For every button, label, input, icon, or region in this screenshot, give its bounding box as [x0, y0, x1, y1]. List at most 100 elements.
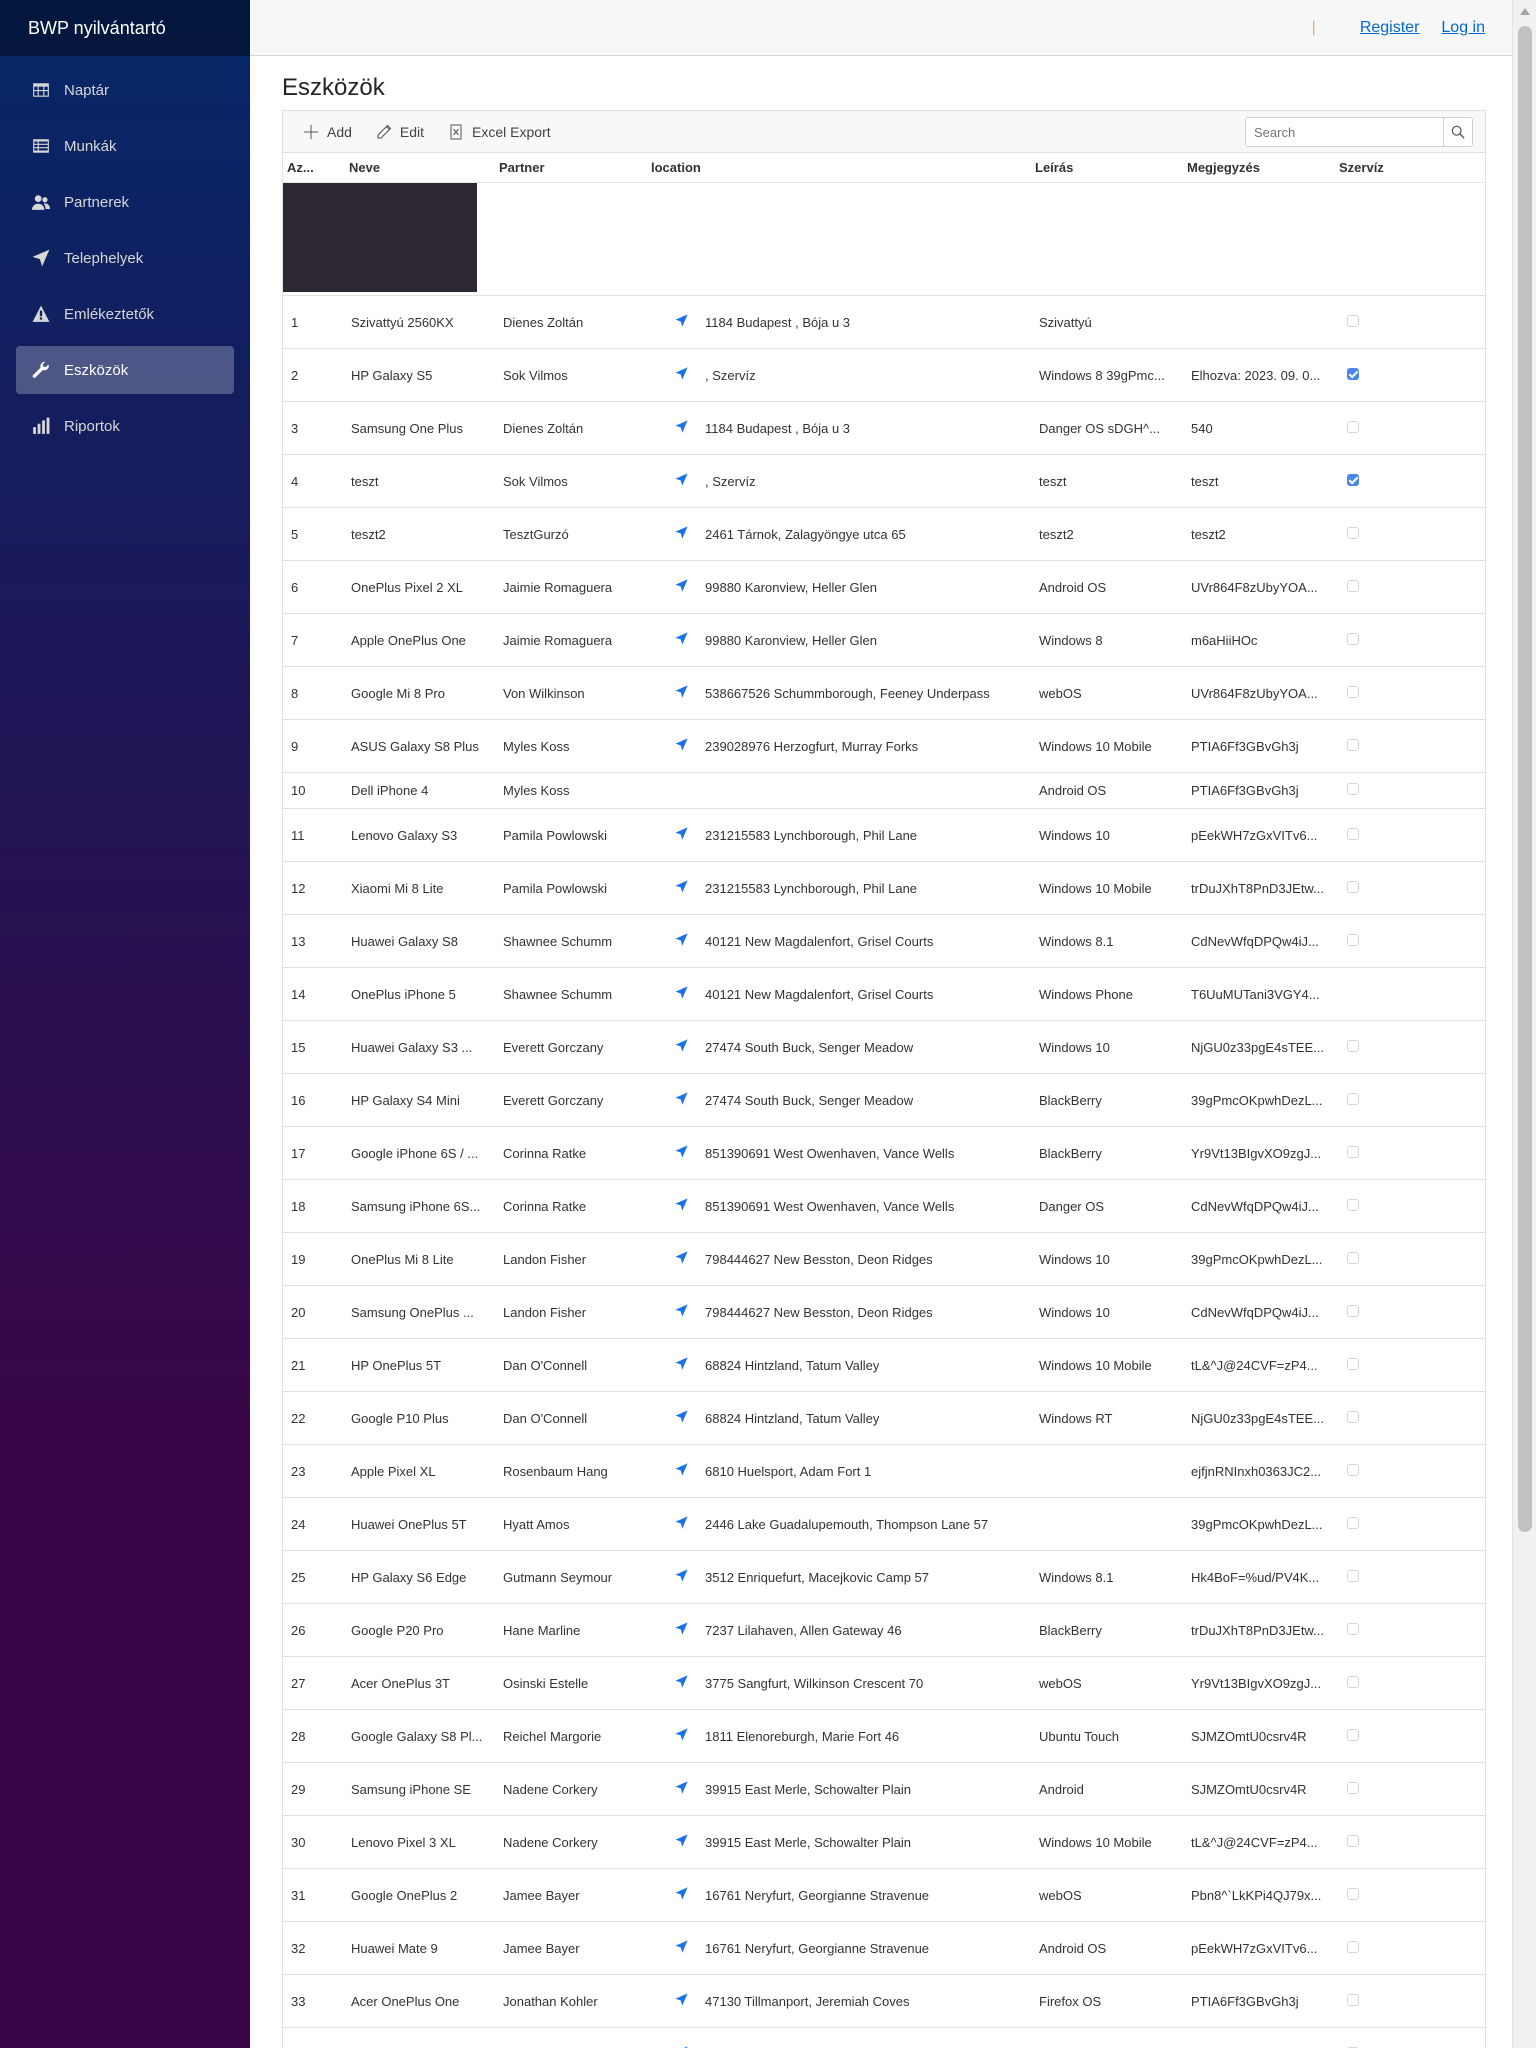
location-arrow-icon[interactable]: [675, 1781, 691, 1797]
service-checkbox[interactable]: [1347, 367, 1359, 380]
service-checkbox[interactable]: [1347, 1887, 1359, 1900]
table-row[interactable]: 18 Samsung iPhone 6S... Corinna Ratke 85139…: [283, 1180, 1485, 1233]
service-checkbox[interactable]: [1347, 933, 1359, 946]
location-arrow-icon[interactable]: [675, 1039, 691, 1055]
sidebar-item-partnerek[interactable]: Partnerek: [16, 178, 234, 226]
location-arrow-icon[interactable]: [675, 986, 691, 1002]
location-arrow-icon[interactable]: [675, 473, 691, 489]
register-link[interactable]: Register: [1360, 19, 1420, 37]
service-checkbox[interactable]: [1347, 685, 1359, 698]
table-row[interactable]: 6 OnePlus Pixel 2 XL Jaimie Romaguera 99880…: [283, 561, 1485, 614]
header-service[interactable]: Szervíz: [1335, 160, 1485, 175]
search-input[interactable]: [1245, 117, 1443, 147]
service-checkbox[interactable]: [1347, 880, 1359, 893]
table-row[interactable]: 12 Xiaomi Mi 8 Lite Pamila Powlowski 231215…: [283, 862, 1485, 915]
location-arrow-icon[interactable]: [675, 1622, 691, 1638]
login-link[interactable]: Log in: [1441, 19, 1485, 37]
service-checkbox[interactable]: [1347, 1622, 1359, 1635]
service-checkbox[interactable]: [1347, 1569, 1359, 1582]
table-row[interactable]: 3 Samsung One Plus Dienes Zoltán 1184 Budap…: [283, 402, 1485, 455]
service-checkbox[interactable]: [1347, 1251, 1359, 1264]
service-checkbox[interactable]: [1347, 1675, 1359, 1688]
table-row[interactable]: 10 Dell iPhone 4 Myles Koss Android OS PTIA6…: [283, 773, 1485, 809]
scrollbar-thumb[interactable]: [1518, 26, 1532, 1532]
location-arrow-icon[interactable]: [675, 1834, 691, 1850]
location-arrow-icon[interactable]: [675, 367, 691, 383]
service-checkbox[interactable]: [1347, 1728, 1359, 1741]
service-checkbox[interactable]: [1347, 783, 1359, 795]
location-arrow-icon[interactable]: [675, 1516, 691, 1532]
table-row[interactable]: 20 Samsung OnePlus ... Landon Fisher 798444…: [283, 1286, 1485, 1339]
service-checkbox[interactable]: [1347, 1993, 1359, 2006]
service-checkbox[interactable]: [1347, 1198, 1359, 1211]
table-row[interactable]: 2 HP Galaxy S5 Sok Vilmos , Szervíz Windows …: [283, 349, 1485, 402]
location-arrow-icon[interactable]: [675, 1463, 691, 1479]
header-note[interactable]: Megjegyzés: [1183, 160, 1335, 175]
location-arrow-icon[interactable]: [675, 632, 691, 648]
header-partner[interactable]: Partner: [495, 160, 647, 175]
location-arrow-icon[interactable]: [675, 1887, 691, 1903]
scroll-up-arrow-icon[interactable]: [1520, 8, 1530, 15]
location-arrow-icon[interactable]: [675, 1675, 691, 1691]
location-arrow-icon[interactable]: [675, 314, 691, 330]
table-row[interactable]: 4 teszt Sok Vilmos , Szervíz teszt teszt: [283, 455, 1485, 508]
service-checkbox[interactable]: [1347, 1357, 1359, 1370]
table-row[interactable]: 14 OnePlus iPhone 5 Shawnee Schumm 40121 Ne…: [283, 968, 1485, 1021]
excel-export-button[interactable]: Excel Export: [448, 124, 551, 140]
location-arrow-icon[interactable]: [675, 1092, 691, 1108]
service-checkbox[interactable]: [1347, 632, 1359, 645]
service-checkbox[interactable]: [1347, 827, 1359, 840]
search-button[interactable]: [1443, 117, 1473, 147]
table-row[interactable]: 27 Acer OnePlus 3T Osinski Estelle 3775 San…: [283, 1657, 1485, 1710]
service-checkbox[interactable]: [1347, 1834, 1359, 1847]
location-arrow-icon[interactable]: [675, 1728, 691, 1744]
table-row[interactable]: 33 Acer OnePlus One Jonathan Kohler 47130 T…: [283, 1975, 1485, 2028]
location-arrow-icon[interactable]: [675, 579, 691, 595]
service-checkbox[interactable]: [1347, 1039, 1359, 1052]
table-row[interactable]: 17 Google iPhone 6S / ... Corinna Ratke 851…: [283, 1127, 1485, 1180]
table-row[interactable]: 8 Google Mi 8 Pro Von Wilkinson 538667526 S…: [283, 667, 1485, 720]
add-button[interactable]: Add: [303, 124, 352, 140]
location-arrow-icon[interactable]: [675, 420, 691, 436]
app-brand[interactable]: BWP nyilvántartó: [0, 0, 250, 56]
service-checkbox[interactable]: [1347, 314, 1359, 327]
location-arrow-icon[interactable]: [675, 1940, 691, 1956]
location-arrow-icon[interactable]: [675, 1145, 691, 1161]
table-row[interactable]: 23 Apple Pixel XL Rosenbaum Hang 6810 Huels…: [283, 1445, 1485, 1498]
location-arrow-icon[interactable]: [675, 1993, 691, 2009]
table-row[interactable]: 13 Huawei Galaxy S8 Shawnee Schumm 40121 Ne…: [283, 915, 1485, 968]
header-description[interactable]: Leírás: [1031, 160, 1183, 175]
header-location[interactable]: location: [647, 160, 1031, 175]
table-row[interactable]: 19 OnePlus Mi 8 Lite Landon Fisher 79844462…: [283, 1233, 1485, 1286]
service-checkbox[interactable]: [1347, 1516, 1359, 1529]
service-checkbox[interactable]: [1347, 738, 1359, 751]
table-row[interactable]: 22 Google P10 Plus Dan O'Connell 68824 Hint…: [283, 1392, 1485, 1445]
sidebar-item-emlekeztetok[interactable]: Emlékeztetők: [16, 290, 234, 338]
sidebar-item-eszkozok[interactable]: Eszközök: [16, 346, 234, 394]
table-row[interactable]: 32 Huawei Mate 9 Jamee Bayer 16761 Neryfurt…: [283, 1922, 1485, 1975]
header-name[interactable]: Neve: [343, 160, 495, 175]
location-arrow-icon[interactable]: [675, 526, 691, 542]
service-checkbox[interactable]: [1347, 1463, 1359, 1476]
service-checkbox[interactable]: [1347, 1940, 1359, 1953]
location-arrow-icon[interactable]: [675, 880, 691, 896]
service-checkbox[interactable]: [1347, 473, 1359, 486]
service-checkbox[interactable]: [1347, 579, 1359, 592]
location-arrow-icon[interactable]: [675, 685, 691, 701]
table-row[interactable]: 31 Google OnePlus 2 Jamee Bayer 16761 Neryf…: [283, 1869, 1485, 1922]
table-row[interactable]: 24 Huawei OnePlus 5T Hyatt Amos 2446 Lake G…: [283, 1498, 1485, 1551]
location-arrow-icon[interactable]: [675, 1251, 691, 1267]
location-arrow-icon[interactable]: [675, 827, 691, 843]
sidebar-item-munkak[interactable]: Munkák: [16, 122, 234, 170]
location-arrow-icon[interactable]: [675, 1410, 691, 1426]
location-arrow-icon[interactable]: [675, 1569, 691, 1585]
location-arrow-icon[interactable]: [675, 1357, 691, 1373]
table-row[interactable]: 15 Huawei Galaxy S3 ... Everett Gorczany 27…: [283, 1021, 1485, 1074]
table-row[interactable]: 26 Google P20 Pro Hane Marline 7237 Lilahav…: [283, 1604, 1485, 1657]
header-id[interactable]: Az...: [283, 160, 343, 175]
page-scrollbar[interactable]: [1512, 0, 1536, 2048]
table-row[interactable]: 21 HP OnePlus 5T Dan O'Connell 68824 Hintzl…: [283, 1339, 1485, 1392]
table-row[interactable]: 9 ASUS Galaxy S8 Plus Myles Koss 239028976 …: [283, 720, 1485, 773]
table-row[interactable]: 5 teszt2 TesztGurzó 2461 Tárnok, Zalagyöngy…: [283, 508, 1485, 561]
service-checkbox[interactable]: [1347, 1092, 1359, 1105]
